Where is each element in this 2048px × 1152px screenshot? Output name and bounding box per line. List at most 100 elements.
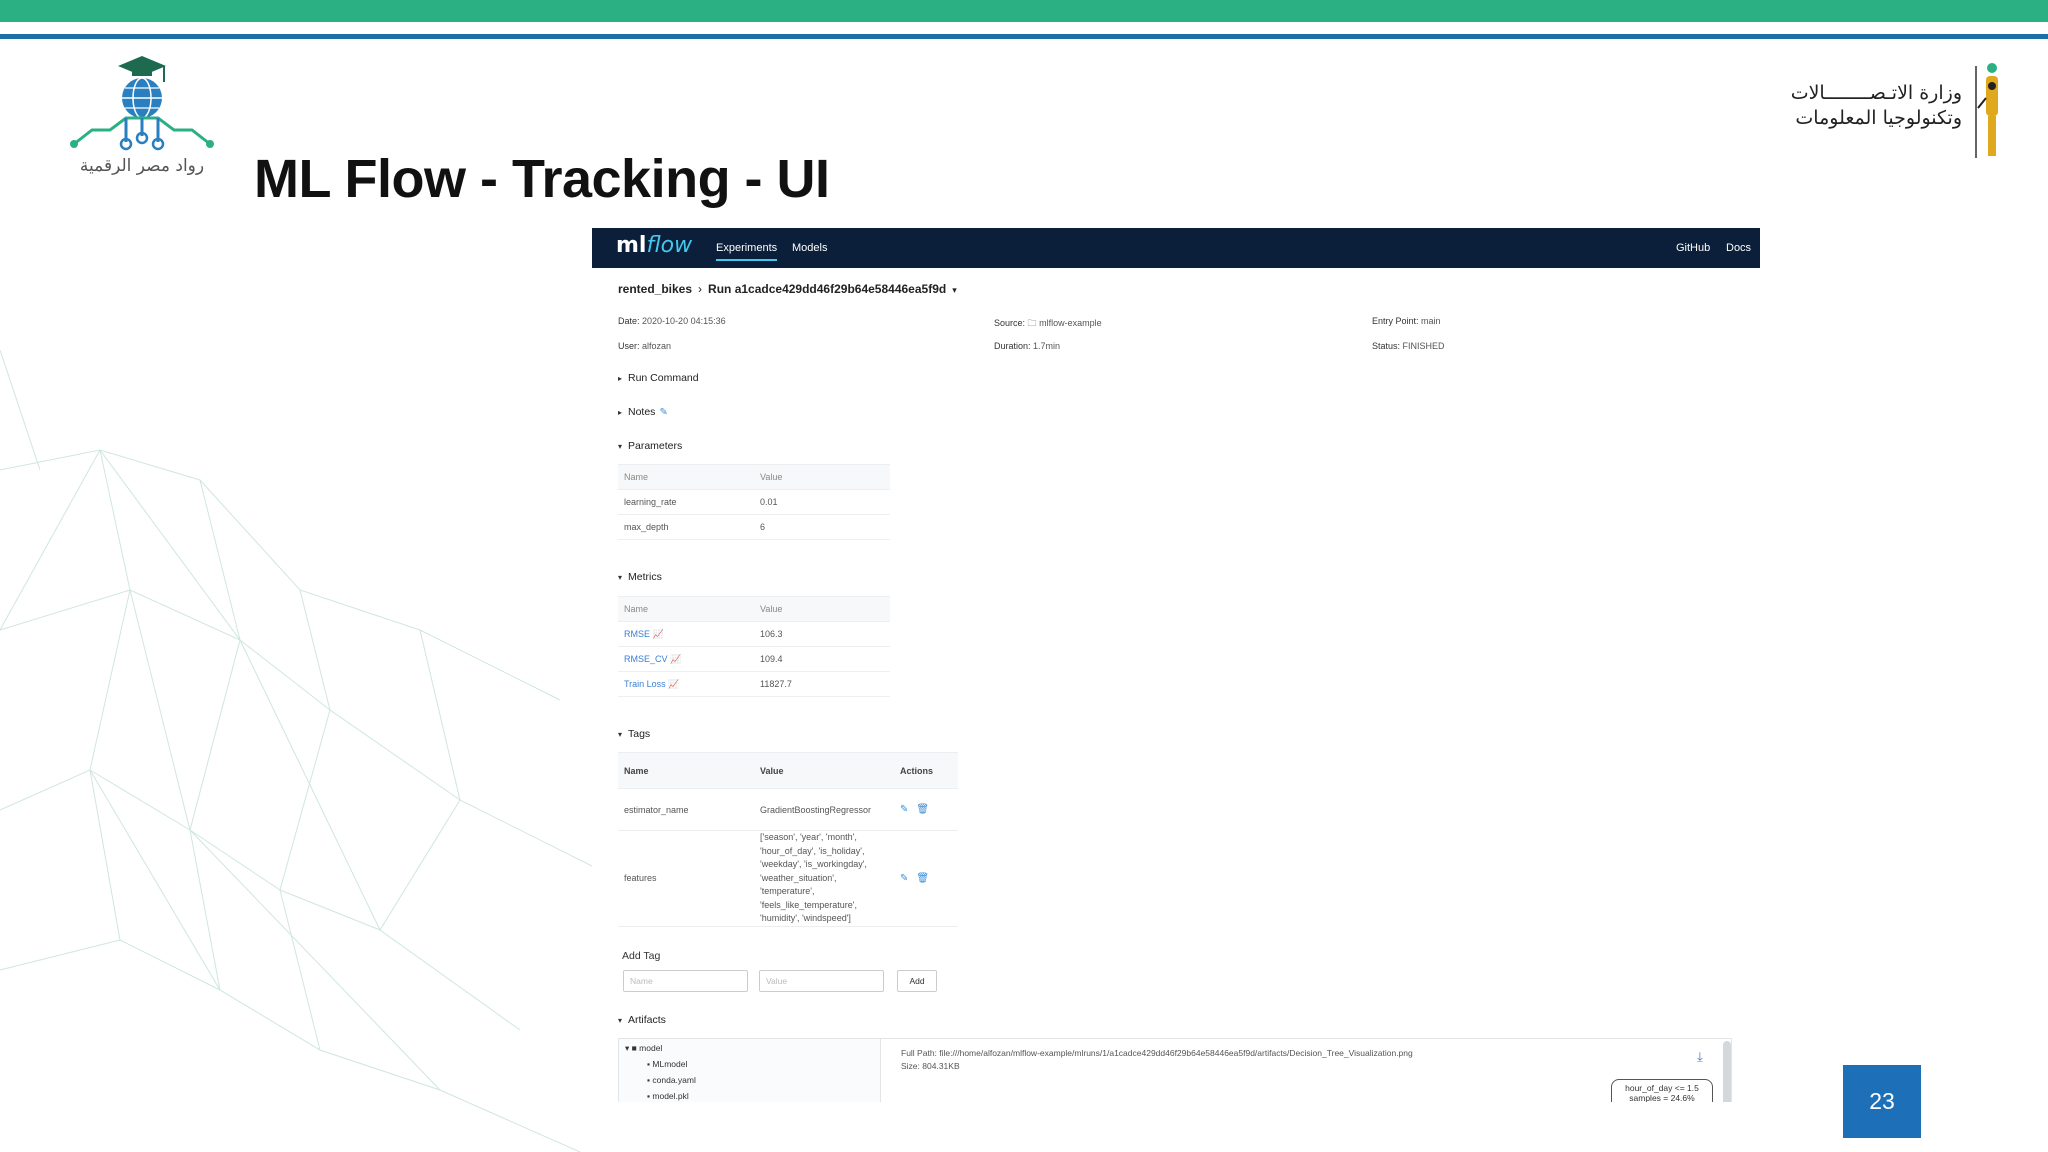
table-row: Train Loss 📈 11827.7 (618, 671, 890, 697)
ministry-name-line2: وتكنولوجيا المعلومات (1795, 107, 1962, 129)
add-tag-button[interactable]: Add (897, 970, 937, 992)
top-green-bar (0, 0, 2048, 22)
param-value: 6 (754, 514, 890, 540)
tag-name-input[interactable]: Name (623, 970, 748, 992)
nav-experiments[interactable]: Experiments (716, 242, 778, 261)
artifact-size: Size: 804.31KB (901, 1061, 960, 1071)
folder-icon: 🗀 (1027, 318, 1037, 328)
nav-docs[interactable]: Docs (1726, 242, 1751, 254)
metric-value: 106.3 (754, 621, 890, 647)
table-row: RMSE 📈 106.3 (618, 621, 890, 647)
section-run-command[interactable]: ▸ Run Command (618, 372, 699, 384)
tree-visualization-node: hour_of_day <= 1.5 samples = 24.6% (1611, 1079, 1713, 1102)
artifact-full-path: Full Path: file:///home/alfozan/mlflow-e… (901, 1048, 1413, 1058)
caret-down-icon: ▾ (618, 730, 623, 739)
tag-header-actions: Actions (894, 752, 958, 789)
trash-icon[interactable]: 🗑 (916, 804, 929, 815)
meta-user: User: alfozan (618, 341, 672, 351)
artifact-scrollbar[interactable] (1723, 1041, 1731, 1102)
mlflow-logo[interactable]: mlflow (616, 233, 692, 258)
section-tags[interactable]: ▾ Tags (618, 728, 650, 740)
tree-folder-model[interactable]: ▾ ■ model (625, 1043, 662, 1054)
edit-icon[interactable]: ✎ (900, 804, 908, 815)
tree-file[interactable]: ▪ model.pkl (647, 1091, 689, 1101)
folder-icon: ■ (631, 1043, 637, 1053)
table-row: estimator_name GradientBoostingRegressor… (618, 788, 958, 831)
meta-source: Source: 🗀 mlflow-example (994, 318, 1102, 328)
top-blue-bar (0, 34, 2048, 39)
metric-value: 11827.7 (754, 671, 890, 697)
metric-link[interactable]: Train Loss 📈 (618, 671, 754, 697)
tag-actions: ✎ 🗑 (894, 788, 958, 831)
table-row: max_depth 6 (618, 514, 890, 540)
tag-header-value: Value (754, 752, 894, 789)
slide-title: ML Flow - Tracking - UI (254, 149, 830, 209)
nav-models[interactable]: Models (792, 242, 827, 254)
section-notes[interactable]: ▸ Notes ✎ (618, 406, 668, 418)
param-value: 0.01 (754, 489, 890, 515)
section-artifacts[interactable]: ▾ Artifacts (618, 1014, 666, 1026)
nav-github[interactable]: GitHub (1676, 242, 1710, 254)
tags-table: Name Value Actions estimator_name Gradient… (618, 752, 958, 927)
run-dropdown-caret[interactable]: ▾ (952, 285, 957, 295)
edit-icon[interactable]: ✎ (659, 407, 667, 418)
metric-header-name: Name (618, 596, 754, 622)
chart-icon: 📈 (668, 678, 680, 689)
table-row: features ['season', 'year', 'month', 'ho… (618, 830, 958, 927)
page-number: 23 (1843, 1065, 1921, 1138)
section-metrics[interactable]: ▾ Metrics (618, 571, 662, 583)
meta-entry-point: Entry Point: main (1372, 316, 1441, 326)
tag-actions: ✎ 🗑 (894, 830, 958, 927)
file-icon: ▪ (647, 1059, 651, 1069)
meta-status: Status: FINISHED (1372, 341, 1445, 351)
breadcrumb-experiment[interactable]: rented_bikes (618, 282, 692, 296)
meta-date: Date: 2020-10-20 04:15:36 (618, 316, 726, 326)
tree-file[interactable]: ▪ conda.yaml (647, 1075, 696, 1085)
tag-value: GradientBoostingRegressor (754, 788, 894, 831)
chart-icon: 📈 (670, 653, 682, 664)
meta-duration: Duration: 1.7min (994, 341, 1061, 351)
file-icon: ▪ (647, 1075, 651, 1085)
mlflow-navbar: mlflow Experiments Models GitHub Docs (592, 228, 1760, 268)
tag-value-input[interactable]: Value (759, 970, 884, 992)
brand-flow: flow (646, 233, 693, 258)
caret-down-icon: ▾ (618, 442, 623, 451)
metric-header-value: Value (754, 596, 890, 622)
tag-header-name: Name (618, 752, 754, 789)
breadcrumb: rented_bikes › Run a1cadce429dd46f29b64e58… (618, 282, 957, 296)
file-icon: ▪ (647, 1091, 651, 1101)
parameters-table: Name Value learning_rate 0.01 max_depth 6 (618, 464, 890, 540)
artifact-tree: ▾ ■ model ▪ MLmodel ▪ conda.yaml ▪ model… (619, 1039, 881, 1102)
param-header-value: Value (754, 464, 890, 490)
param-header-name: Name (618, 464, 754, 490)
brand-ml: ml (616, 233, 647, 258)
breadcrumb-run: Run a1cadce429dd46f29b64e58446ea5f9d (708, 282, 947, 296)
table-row: learning_rate 0.01 (618, 489, 890, 515)
caret-right-icon: ▸ (618, 374, 623, 383)
metric-value: 109.4 (754, 646, 890, 672)
metric-link[interactable]: RMSE 📈 (618, 621, 754, 647)
artifacts-panel: ▾ ■ model ▪ MLmodel ▪ conda.yaml ▪ model… (618, 1038, 1732, 1102)
metric-link[interactable]: RMSE_CV 📈 (618, 646, 754, 672)
tag-value: ['season', 'year', 'month', 'hour_of_day… (754, 830, 894, 927)
caret-down-icon: ▾ (625, 1043, 630, 1053)
chart-icon: 📈 (652, 628, 664, 639)
tag-name: features (618, 830, 754, 927)
param-name: max_depth (618, 514, 754, 540)
metrics-table: Name Value RMSE 📈 106.3 RMSE_CV 📈 109.4 Tra… (618, 596, 890, 697)
param-name: learning_rate (618, 489, 754, 515)
breadcrumb-separator: › (698, 282, 703, 296)
add-tag-label: Add Tag (622, 950, 661, 962)
tree-file[interactable]: ▪ MLmodel (647, 1059, 687, 1069)
caret-down-icon: ▾ (618, 1016, 623, 1025)
table-row: RMSE_CV 📈 109.4 (618, 646, 890, 672)
caret-down-icon: ▾ (618, 573, 623, 582)
background-pattern (0, 349, 600, 1152)
download-icon[interactable]: ⤓ (1697, 1049, 1703, 1065)
tag-name: estimator_name (618, 788, 754, 831)
caret-right-icon: ▸ (618, 408, 623, 417)
section-parameters[interactable]: ▾ Parameters (618, 440, 682, 452)
edit-icon[interactable]: ✎ (900, 873, 908, 884)
mlflow-screenshot: mlflow Experiments Models GitHub Docs re… (592, 228, 1760, 1102)
trash-icon[interactable]: 🗑 (916, 873, 929, 884)
